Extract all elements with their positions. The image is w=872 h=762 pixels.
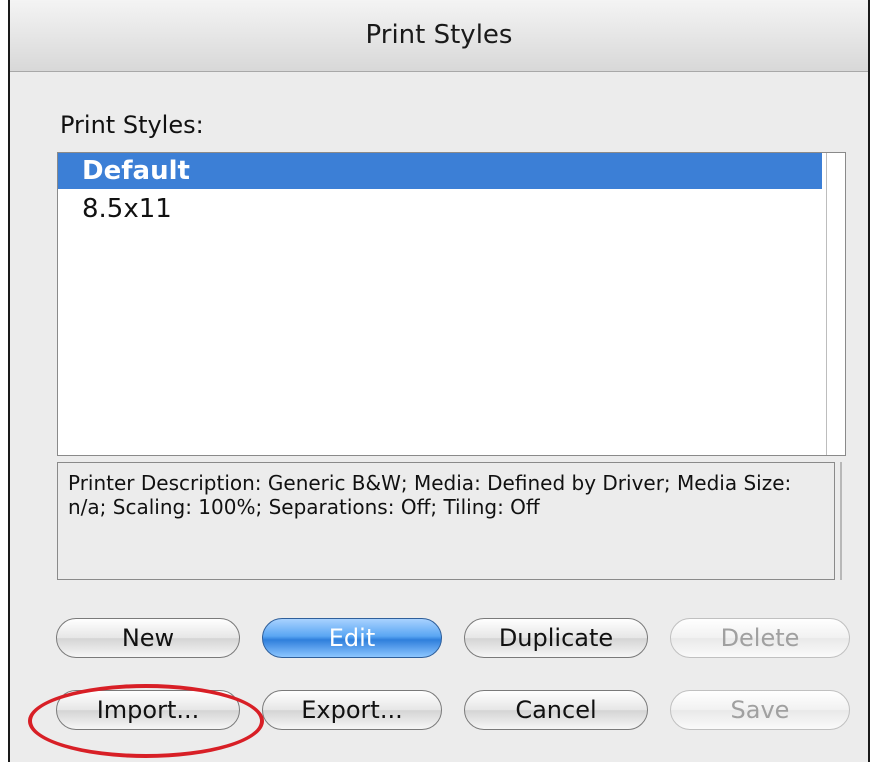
cancel-button[interactable]: Cancel bbox=[464, 690, 648, 730]
edit-button[interactable]: Edit bbox=[262, 618, 442, 658]
import-button[interactable]: Import... bbox=[56, 690, 240, 730]
print-styles-label: Print Styles: bbox=[60, 111, 204, 139]
new-button[interactable]: New bbox=[56, 618, 240, 658]
description-scrollbar[interactable] bbox=[840, 462, 842, 580]
list-scrollbar[interactable] bbox=[826, 153, 845, 455]
list-item-default[interactable]: Default bbox=[58, 153, 822, 189]
duplicate-button[interactable]: Duplicate bbox=[464, 618, 648, 658]
delete-button: Delete bbox=[670, 618, 850, 658]
title-bar[interactable]: Print Styles bbox=[10, 0, 868, 72]
save-button: Save bbox=[670, 690, 850, 730]
style-description-box: Printer Description: Generic B&W; Media:… bbox=[57, 462, 835, 580]
print-styles-dialog: Print Styles Print Styles: Default 8.5x1… bbox=[8, 0, 870, 762]
list-item-8-5x11[interactable]: 8.5x11 bbox=[58, 191, 172, 227]
print-styles-list[interactable]: Default 8.5x11 bbox=[57, 152, 846, 456]
window-title: Print Styles bbox=[365, 20, 513, 50]
export-button[interactable]: Export... bbox=[262, 690, 442, 730]
